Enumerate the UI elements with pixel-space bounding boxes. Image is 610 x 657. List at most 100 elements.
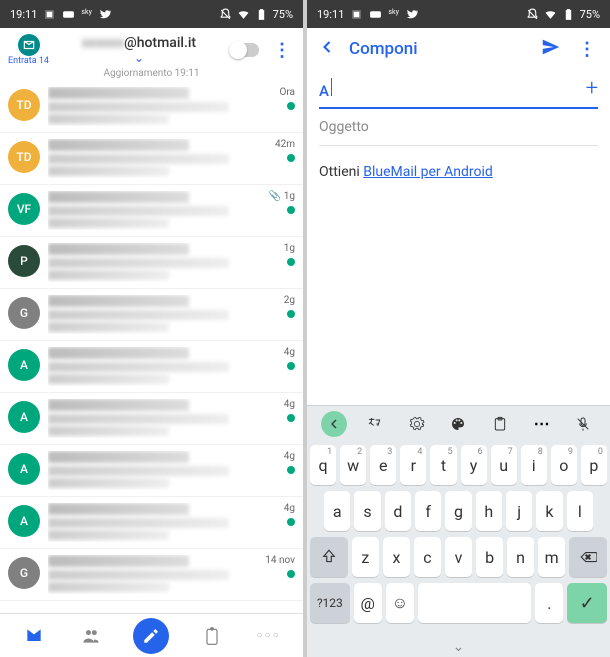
key-x[interactable]: x: [383, 537, 410, 577]
mail-item[interactable]: TD Ora: [0, 81, 303, 133]
twitter-icon: [405, 8, 418, 21]
key-d[interactable]: d: [385, 491, 411, 531]
mail-item[interactable]: P 1g: [0, 237, 303, 289]
nav-inbox-icon[interactable]: [20, 622, 48, 650]
avatar: A: [8, 453, 40, 485]
mail-item[interactable]: TD 42m: [0, 133, 303, 185]
overflow-menu-icon[interactable]: ⋮: [269, 40, 295, 61]
overflow-menu-icon[interactable]: ⋮: [574, 39, 600, 60]
key-c[interactable]: c: [414, 537, 441, 577]
key-e[interactable]: e3: [370, 445, 396, 485]
avatar: A: [8, 401, 40, 433]
sky-icon: sky: [81, 8, 91, 21]
compose-body: A + Oggetto Ottieni BlueMail per Android: [307, 70, 610, 405]
key-enter[interactable]: ✓: [567, 583, 607, 623]
key-n[interactable]: n: [507, 537, 534, 577]
key-t[interactable]: t5: [430, 445, 456, 485]
kb-mic-icon[interactable]: [570, 411, 596, 437]
mail-item[interactable]: VF 📎 1g: [0, 185, 303, 237]
mail-preview: [48, 399, 249, 438]
subject-field[interactable]: Oggetto: [319, 109, 598, 146]
add-recipient-icon[interactable]: +: [586, 76, 598, 101]
mail-item[interactable]: A 4g: [0, 393, 303, 445]
body-field[interactable]: Ottieni BlueMail per Android: [319, 146, 598, 198]
key-b[interactable]: b: [476, 537, 503, 577]
inbox-header: Entrata 14 xxxxxx@hotmail.it ⌄ ⋮: [0, 28, 303, 68]
send-button[interactable]: [540, 36, 562, 62]
key-space[interactable]: [418, 583, 531, 623]
mail-item[interactable]: G 2g: [0, 289, 303, 341]
unread-dot-icon: [287, 570, 295, 578]
app-logo-icon[interactable]: [18, 34, 40, 56]
status-time: 19:11: [317, 8, 344, 21]
key-m[interactable]: m: [538, 537, 565, 577]
avatar: P: [8, 245, 40, 277]
key-s[interactable]: s: [354, 491, 380, 531]
compose-button[interactable]: [133, 618, 169, 654]
nav-clipboard-icon[interactable]: [198, 622, 226, 650]
key-emoji[interactable]: ☺: [386, 583, 414, 623]
key-w[interactable]: w2: [340, 445, 366, 485]
unread-dot-icon: [287, 310, 295, 318]
key-g[interactable]: g: [445, 491, 471, 531]
key-backspace[interactable]: [569, 537, 607, 577]
nav-more-icon[interactable]: ○○○: [255, 622, 283, 650]
key-u[interactable]: u7: [491, 445, 517, 485]
key-symbols[interactable]: ?123: [310, 583, 350, 623]
key-f[interactable]: f: [415, 491, 441, 531]
to-field[interactable]: A +: [319, 70, 598, 109]
key-y[interactable]: y6: [461, 445, 487, 485]
unread-dot-icon: [287, 258, 295, 266]
mail-list[interactable]: TD Ora TD 42m VF 📎 1g P 1g G 2g A 4g A: [0, 81, 303, 613]
mail-time: 4g: [284, 503, 295, 514]
mail-time: 4g: [284, 451, 295, 462]
status-time: 19:11: [10, 8, 37, 21]
key-period[interactable]: .: [535, 583, 563, 623]
account-selector[interactable]: xxxxxx@hotmail.it ⌄: [57, 35, 221, 65]
key-i[interactable]: i8: [521, 445, 547, 485]
mail-item[interactable]: A 4g: [0, 445, 303, 497]
unread-dot-icon: [287, 518, 295, 526]
kb-expand-icon[interactable]: [321, 411, 347, 437]
last-update-label: Aggiornamento 19:11: [0, 68, 303, 81]
key-at[interactable]: @: [354, 583, 382, 623]
mail-preview: [48, 347, 249, 386]
mail-preview: [48, 503, 249, 542]
mail-time: 14 nov: [265, 555, 295, 566]
key-r[interactable]: r4: [400, 445, 426, 485]
back-button[interactable]: [317, 37, 337, 61]
battery-pct: 75%: [273, 8, 293, 21]
kb-theme-icon[interactable]: [445, 411, 471, 437]
key-l[interactable]: l: [567, 491, 593, 531]
unread-dot-icon: [287, 414, 295, 422]
key-h[interactable]: h: [476, 491, 502, 531]
key-a[interactable]: a: [324, 491, 350, 531]
kb-more-icon[interactable]: ⋯: [529, 411, 555, 437]
kb-collapse-handle[interactable]: ⌄: [307, 637, 610, 657]
dnd-icon: [219, 8, 232, 21]
key-p[interactable]: p0: [581, 445, 607, 485]
mail-time: 2g: [284, 295, 295, 306]
key-shift[interactable]: [310, 537, 348, 577]
key-q[interactable]: q1: [310, 445, 336, 485]
key-j[interactable]: j: [506, 491, 532, 531]
kb-clipboard-icon[interactable]: [487, 411, 513, 437]
kb-translate-icon[interactable]: [362, 411, 388, 437]
kb-settings-icon[interactable]: [404, 411, 430, 437]
key-z[interactable]: z: [352, 537, 379, 577]
mail-time: 4g: [284, 399, 295, 410]
mail-time: 1g: [284, 243, 295, 254]
key-k[interactable]: k: [536, 491, 562, 531]
mail-item[interactable]: A 4g: [0, 497, 303, 549]
nav-people-icon[interactable]: [77, 622, 105, 650]
key-o[interactable]: o9: [551, 445, 577, 485]
mail-item[interactable]: G 14 nov: [0, 549, 303, 601]
bluemail-link[interactable]: BlueMail per Android: [363, 164, 493, 180]
mail-preview: [48, 451, 249, 490]
dark-mode-toggle[interactable]: [229, 43, 259, 57]
mail-item[interactable]: A 4g: [0, 341, 303, 393]
key-v[interactable]: v: [445, 537, 472, 577]
avatar: A: [8, 505, 40, 537]
wifi-icon: [237, 8, 250, 21]
kb-toolbar: ⋯: [307, 405, 610, 441]
